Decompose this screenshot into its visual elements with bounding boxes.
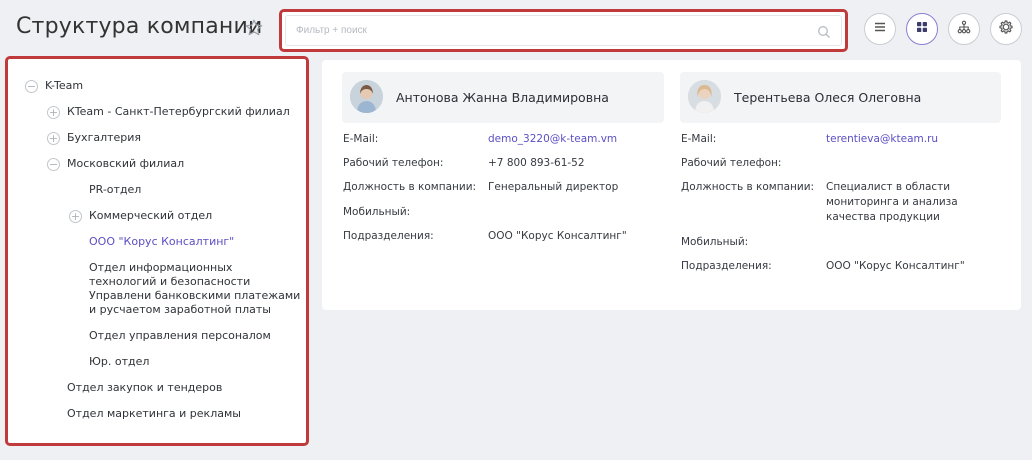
employee-name: Антонова Жанна Владимировна	[396, 90, 609, 105]
mobile-label: Мобильный:	[343, 206, 411, 218]
email-link[interactable]: terentieva@kteam.ru	[826, 132, 938, 147]
search-box	[279, 9, 848, 52]
employee-cards: Антонова Жанна Владимировна E-Mail: demo…	[322, 60, 1021, 310]
settings-button[interactable]	[990, 13, 1022, 45]
tree-node-pr[interactable]: PR-отдел	[89, 183, 141, 197]
employee-card-header[interactable]: Антонова Жанна Владимировна	[342, 72, 664, 123]
tree-node-accounting[interactable]: Бухгалтерия	[67, 131, 141, 145]
page-title: Структура компании	[16, 14, 263, 39]
employee-name: Терентьева Олеся Олеговна	[734, 90, 922, 105]
position-value: Генеральный директор	[488, 181, 619, 193]
tree-node-korus-selected[interactable]: ООО "Корус Консалтинг"	[89, 235, 234, 249]
work-phone-label: Рабочий телефон:	[681, 157, 782, 169]
department-label: Подразделения:	[343, 230, 434, 242]
email-label: E-Mail:	[681, 133, 717, 145]
tree-node-commercial[interactable]: Коммерческий отдел	[89, 209, 212, 223]
search-input[interactable]	[285, 15, 842, 46]
tree-node-it-security[interactable]: Отдел информационных технологий и безопа…	[89, 261, 301, 317]
avatar	[688, 80, 721, 113]
hierarchy-icon	[957, 20, 971, 39]
position-value: Специалист в области мониторинга и анали…	[826, 181, 958, 223]
gear-icon	[998, 19, 1014, 40]
position-label: Должность в компании:	[681, 181, 815, 193]
department-value: ООО "Корус Консалтинг"	[488, 230, 627, 242]
work-phone-value: +7 800 893-61-52	[488, 157, 585, 169]
grid-view-button[interactable]	[906, 13, 938, 45]
position-label: Должность в компании:	[343, 181, 477, 193]
tree-node-spb-branch[interactable]: КTeam - Санкт-Петербургский филиал	[67, 105, 290, 119]
tree-node-k-team[interactable]: K-Team	[45, 79, 83, 93]
star-icon[interactable]	[244, 18, 264, 38]
collapse-icon[interactable]: −	[47, 158, 60, 171]
list-view-button[interactable]	[864, 13, 896, 45]
email-link[interactable]: demo_3220@k-team.vm	[488, 132, 617, 147]
mobile-label: Мобильный:	[681, 236, 749, 248]
expand-icon[interactable]: +	[69, 210, 82, 223]
search-icon[interactable]	[817, 25, 831, 39]
avatar	[350, 80, 383, 113]
email-label: E-Mail:	[343, 133, 379, 145]
employee-card-header[interactable]: Терентьева Олеся Олеговна	[680, 72, 1001, 123]
department-value: ООО "Корус Консалтинг"	[826, 260, 965, 272]
expand-icon[interactable]: +	[47, 106, 60, 119]
grid-icon	[915, 20, 929, 39]
structure-tree: − K-Team + КTeam - Санкт-Петербургский ф…	[5, 56, 309, 446]
tree-node-marketing[interactable]: Отдел маркетинга и рекламы	[67, 407, 241, 421]
tree-node-procurement[interactable]: Отдел закупок и тендеров	[67, 381, 222, 395]
expand-icon[interactable]: +	[47, 132, 60, 145]
tree-node-moscow-branch[interactable]: Московский филиал	[67, 157, 184, 171]
tree-view-button[interactable]	[948, 13, 980, 45]
tree-node-hr[interactable]: Отдел управления персоналом	[89, 329, 271, 343]
collapse-icon[interactable]: −	[25, 80, 38, 93]
department-label: Подразделения:	[681, 260, 772, 272]
list-icon	[873, 20, 887, 39]
work-phone-label: Рабочий телефон:	[343, 157, 444, 169]
tree-node-legal[interactable]: Юр. отдел	[89, 355, 149, 369]
